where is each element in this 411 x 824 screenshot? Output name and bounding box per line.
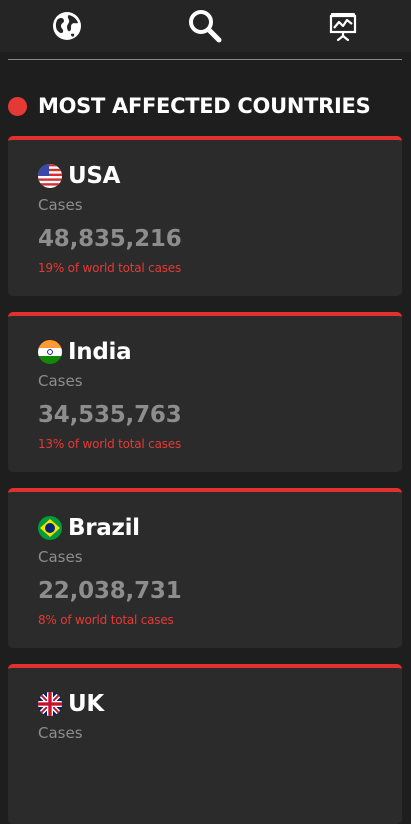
country-header: India (38, 336, 132, 368)
india-flag-icon (38, 340, 62, 364)
country-name: Brazil (68, 515, 140, 541)
uk-flag-icon (38, 692, 62, 716)
cases-value: 48,835,216 (38, 226, 182, 252)
country-header: USA (38, 160, 120, 192)
divider (8, 59, 402, 60)
cases-label: Cases (38, 724, 83, 742)
world-share: 19% of world total cases (38, 261, 182, 275)
usa-flag-icon (38, 164, 62, 188)
country-card-brazil[interactable]: Brazil Cases 22,038,731 8% of world tota… (8, 488, 402, 648)
country-header: Brazil (38, 512, 140, 544)
top-nav (0, 0, 411, 52)
cases-label: Cases (38, 196, 83, 214)
cases-label: Cases (38, 372, 83, 390)
country-header: UK (38, 688, 104, 720)
globe-icon[interactable] (49, 8, 85, 44)
section-title: MOST AFFECTED COUNTRIES (38, 94, 371, 118)
presentation-chart-icon[interactable] (325, 8, 361, 44)
country-name: UK (68, 691, 104, 717)
country-card-india[interactable]: India Cases 34,535,763 13% of world tota… (8, 312, 402, 472)
cases-label: Cases (38, 548, 83, 566)
world-share: 8% of world total cases (38, 613, 174, 627)
country-card-usa[interactable]: USA Cases 48,835,216 19% of world total … (8, 136, 402, 296)
brazil-flag-icon (38, 516, 62, 540)
section-header: MOST AFFECTED COUNTRIES (8, 91, 371, 121)
country-name: India (68, 339, 132, 365)
country-card-uk[interactable]: UK Cases (8, 664, 402, 824)
cases-value: 22,038,731 (38, 578, 182, 604)
search-icon[interactable] (187, 8, 223, 44)
world-share: 13% of world total cases (38, 437, 182, 451)
cases-value: 34,535,763 (38, 402, 182, 428)
country-name: USA (68, 163, 121, 189)
red-dot-icon (8, 96, 27, 116)
